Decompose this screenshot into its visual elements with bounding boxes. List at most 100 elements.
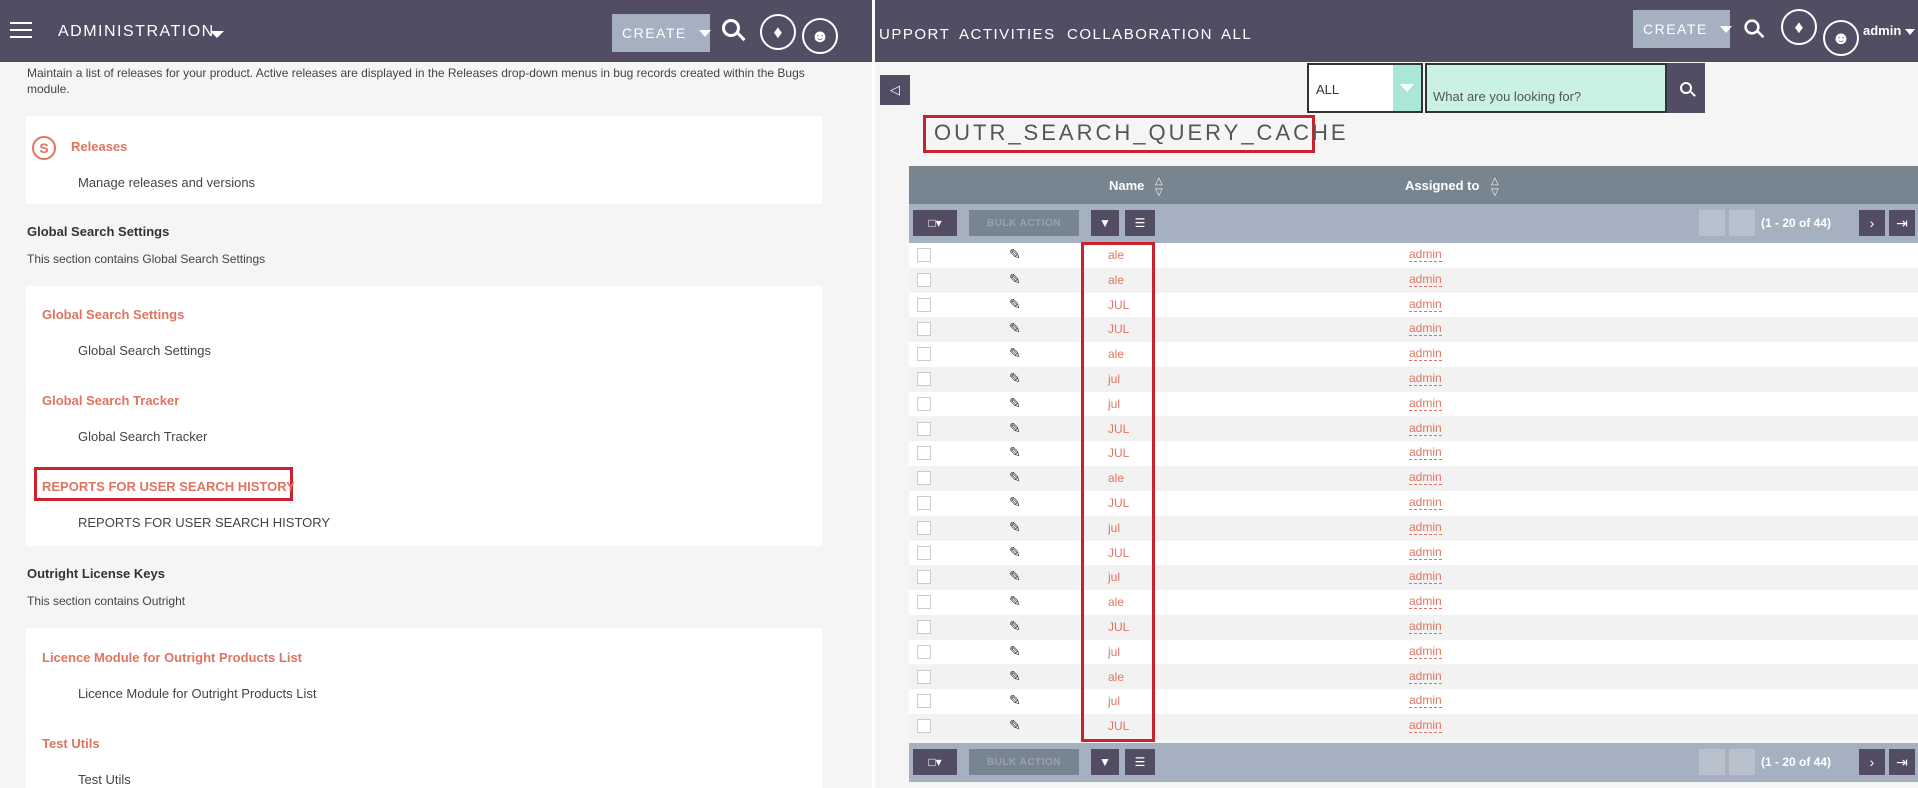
last-page-button[interactable]: ⇥ <box>1889 210 1915 236</box>
row-assigned-link[interactable]: admin <box>1409 570 1442 585</box>
row-assigned-link[interactable]: admin <box>1409 396 1442 411</box>
table-row[interactable]: ✎ jul admin <box>909 689 1918 715</box>
row-assigned-link[interactable]: admin <box>1409 248 1442 262</box>
column-chooser-icon[interactable]: ☰ <box>1125 210 1155 236</box>
table-row[interactable]: ✎ JUL admin <box>909 441 1918 467</box>
right-notification-bell-icon[interactable]: ♦ <box>1781 9 1817 45</box>
first-page-button[interactable] <box>1699 210 1725 236</box>
table-row[interactable]: ✎ ale admin <box>909 267 1918 293</box>
pagination-text: (1 - 20 of 44) <box>1761 216 1832 230</box>
row-assigned-link[interactable]: admin <box>1409 297 1442 312</box>
table-row[interactable]: ✎ ale admin <box>909 342 1918 367</box>
search-filter-select[interactable]: ALL <box>1307 63 1423 113</box>
row-assigned-link[interactable]: admin <box>1409 347 1442 362</box>
bottom-next-page-button[interactable]: › <box>1859 749 1885 775</box>
table-row[interactable]: ✎ JUL admin <box>909 416 1918 442</box>
row-assigned-link[interactable]: admin <box>1409 719 1442 734</box>
row-assigned-link[interactable]: admin <box>1409 545 1442 560</box>
table-row[interactable]: ✎ JUL admin <box>909 317 1918 343</box>
bottom-previous-page-button[interactable] <box>1729 749 1755 775</box>
global-search-input[interactable] <box>1425 63 1667 113</box>
row-assigned-link[interactable]: admin <box>1409 496 1442 510</box>
right-top-navbar: UPPORT ACTIVITIES COLLABORATION ALL CREA… <box>875 0 1918 62</box>
admin-pane: ADMINISTRATION CREATE ♦ ☻ Maintain a lis… <box>0 0 872 788</box>
row-assigned-link[interactable]: admin <box>1409 471 1442 486</box>
table-row[interactable]: ✎ JUL admin <box>909 292 1918 318</box>
row-assigned-link[interactable]: admin <box>1409 669 1442 684</box>
bottom-first-page-button[interactable] <box>1699 749 1725 775</box>
global-search-section-desc: This section contains Global Search Sett… <box>27 252 266 266</box>
test-utils-desc: Test Utils <box>78 772 131 787</box>
select-all-dropdown[interactable]: □▾ <box>913 210 957 236</box>
bottom-select-all-dropdown[interactable]: □▾ <box>913 749 957 775</box>
create-button-label: CREATE <box>622 25 687 41</box>
module-menu-title[interactable]: ADMINISTRATION <box>58 23 215 41</box>
previous-page-button[interactable] <box>1729 210 1755 236</box>
row-assigned-link[interactable]: admin <box>1409 644 1442 659</box>
assigned-sort-icon[interactable]: △ ▽ <box>1491 176 1499 198</box>
bottom-last-page-button[interactable]: ⇥ <box>1889 749 1915 775</box>
row-assigned-link[interactable]: admin <box>1409 322 1442 337</box>
bulk-action-button[interactable]: BULK ACTION <box>969 210 1079 236</box>
row-assigned-link[interactable]: admin <box>1409 446 1442 461</box>
module-menu-caret-icon[interactable] <box>210 31 224 38</box>
nav-activities[interactable]: ACTIVITIES <box>959 26 1056 43</box>
hamburger-menu-icon[interactable] <box>10 22 32 38</box>
table-row[interactable]: ✎ ale admin <box>909 664 1918 690</box>
row-assigned-link[interactable]: admin <box>1409 372 1442 386</box>
releases-link[interactable]: Releases <box>71 139 127 154</box>
assigned-column-header[interactable]: Assigned to <box>1405 178 1479 193</box>
table-row[interactable]: ✎ jul admin <box>909 367 1918 392</box>
global-search-tracker-link[interactable]: Global Search Tracker <box>42 393 179 408</box>
user-menu-caret-icon[interactable] <box>1905 29 1915 35</box>
row-assigned-link[interactable]: admin <box>1409 694 1442 709</box>
search-submit-button[interactable] <box>1667 63 1705 113</box>
reports-user-search-history-link[interactable]: REPORTS FOR USER SEARCH HISTORY <box>42 479 295 494</box>
create-caret-icon <box>698 29 711 37</box>
table-row[interactable]: ✎ ale admin <box>909 243 1918 268</box>
table-row[interactable]: ✎ JUL admin <box>909 540 1918 566</box>
nav-collaboration[interactable]: COLLABORATION <box>1067 26 1213 43</box>
licence-module-link[interactable]: Licence Module for Outright Products Lis… <box>42 650 302 665</box>
row-assigned-link[interactable]: admin <box>1409 520 1442 535</box>
table-row[interactable]: ✎ jul admin <box>909 391 1918 417</box>
table-row[interactable]: ✎ ale admin <box>909 590 1918 615</box>
search-submit-icon <box>1680 82 1692 94</box>
row-assigned-link[interactable]: admin <box>1409 595 1442 610</box>
table-row[interactable]: ✎ JUL admin <box>909 491 1918 516</box>
search-icon[interactable] <box>722 19 740 37</box>
nav-support[interactable]: UPPORT <box>879 26 950 43</box>
right-user-avatar-icon[interactable]: ☻ <box>1823 20 1859 56</box>
right-search-icon[interactable] <box>1744 19 1760 35</box>
table-row[interactable]: ✎ ale admin <box>909 466 1918 491</box>
user-name-label[interactable]: admin <box>1863 23 1901 38</box>
right-create-button[interactable]: CREATE <box>1633 10 1732 48</box>
list-view-pane: UPPORT ACTIVITIES COLLABORATION ALL CREA… <box>872 0 1918 788</box>
name-column-header[interactable]: Name <box>1109 178 1144 193</box>
global-search-section-title: Global Search Settings <box>27 224 170 239</box>
notification-bell-icon[interactable]: ♦ <box>760 14 796 50</box>
table-row[interactable]: ✎ jul admin <box>909 639 1918 665</box>
right-create-button-label: CREATE <box>1643 21 1708 37</box>
row-assigned-link[interactable]: admin <box>1409 421 1442 436</box>
name-sort-icon[interactable]: △ ▽ <box>1155 176 1163 198</box>
create-button[interactable]: CREATE <box>612 14 711 52</box>
row-assigned-link[interactable]: admin <box>1409 620 1442 634</box>
table-row[interactable]: ✎ JUL admin <box>909 615 1918 640</box>
test-utils-link[interactable]: Test Utils <box>42 736 100 751</box>
row-assigned-link[interactable]: admin <box>1409 272 1442 287</box>
filter-icon[interactable]: ▼ <box>1091 210 1119 236</box>
nav-all[interactable]: ALL <box>1221 26 1252 43</box>
table-row[interactable]: ✎ jul admin <box>909 515 1918 541</box>
table-row[interactable]: ✎ jul admin <box>909 565 1918 591</box>
global-search-settings-link[interactable]: Global Search Settings <box>42 307 184 322</box>
collapse-sidebar-icon[interactable]: ◁ <box>880 75 910 105</box>
left-top-navbar: ADMINISTRATION CREATE ♦ ☻ <box>0 0 872 62</box>
user-avatar-icon[interactable]: ☻ <box>802 18 838 54</box>
next-page-button[interactable]: › <box>1859 210 1885 236</box>
bottom-bulk-action-button[interactable]: BULK ACTION <box>969 749 1079 775</box>
table-row[interactable]: ✎ JUL admin <box>909 714 1918 739</box>
bottom-filter-icon[interactable]: ▼ <box>1091 749 1119 775</box>
bottom-column-chooser-icon[interactable]: ☰ <box>1125 749 1155 775</box>
search-filter-dropdown-icon[interactable] <box>1393 65 1421 111</box>
